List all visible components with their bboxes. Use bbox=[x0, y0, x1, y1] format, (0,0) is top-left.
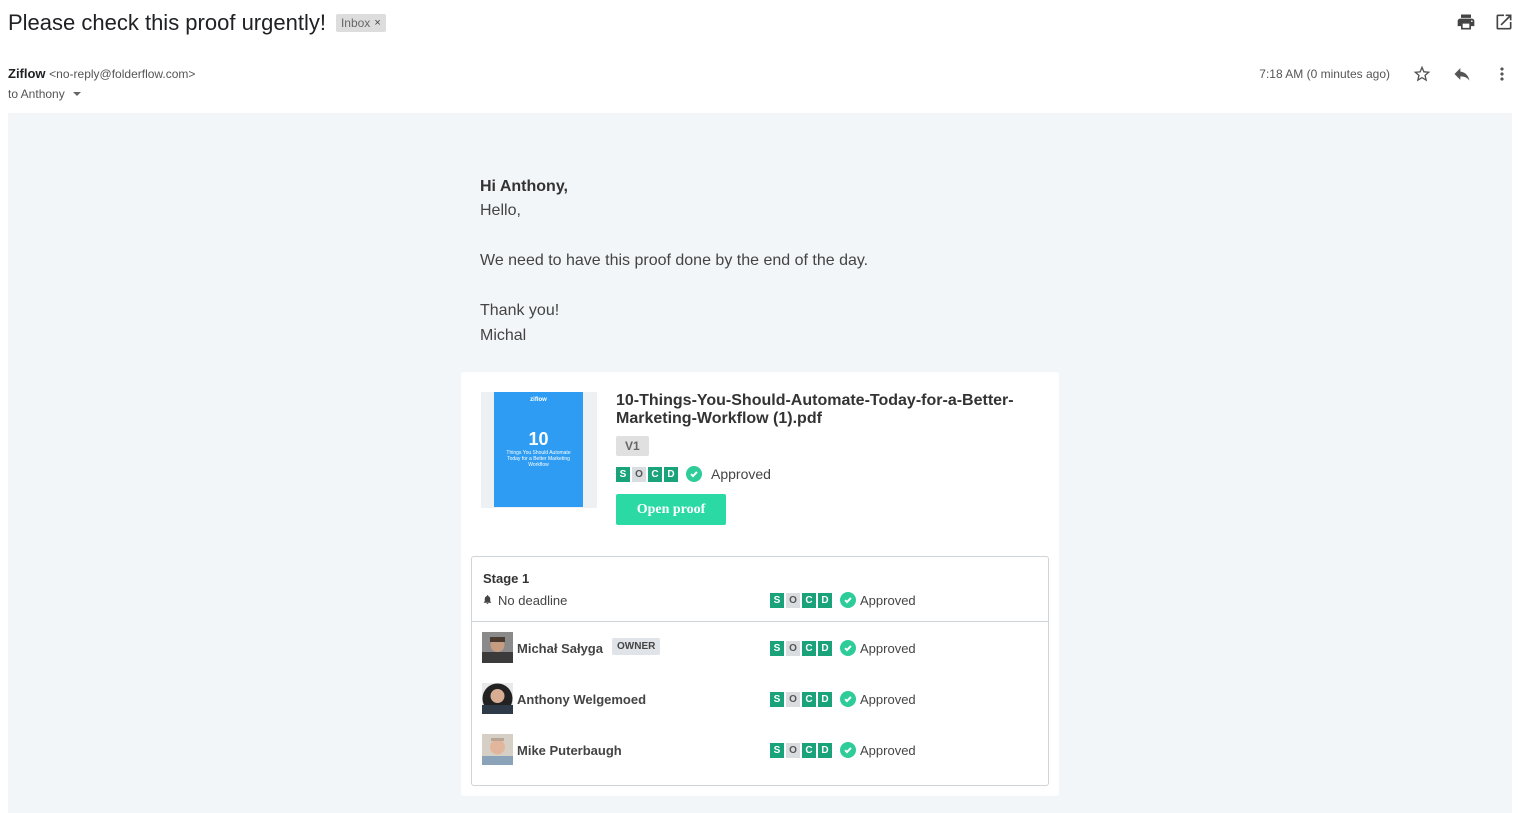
recipient-text: to Anthony bbox=[8, 87, 65, 101]
message-line: Hello, bbox=[480, 202, 521, 219]
open-proof-button[interactable]: Open proof bbox=[616, 494, 726, 525]
status-text: Approved bbox=[860, 592, 916, 608]
status-letter: C bbox=[802, 691, 816, 707]
status-letter: O bbox=[786, 592, 800, 608]
status-letter: S bbox=[616, 466, 630, 482]
chevron-down-icon bbox=[72, 92, 81, 96]
check-circle-icon bbox=[840, 691, 856, 707]
sender-row: Ziflow <no-reply@folderflow.com> bbox=[8, 66, 195, 81]
proof-thumbnail[interactable]: ziflow 10 Things You Should Automate Tod… bbox=[481, 392, 597, 508]
top-actions bbox=[1456, 12, 1514, 32]
status-indicator: S O C D bbox=[770, 592, 832, 608]
thumbnail-number: 10 bbox=[528, 429, 549, 449]
avatar bbox=[482, 734, 513, 765]
email-subject: Please check this proof urgently! bbox=[8, 10, 326, 35]
status-indicator: S O C D bbox=[770, 691, 832, 707]
member-status: S O C D Approved bbox=[770, 742, 916, 758]
status-indicator: S O C D bbox=[770, 742, 832, 758]
status-text: Approved bbox=[711, 466, 771, 482]
status-letter: C bbox=[802, 640, 816, 656]
greeting: Hi Anthony, bbox=[480, 178, 568, 195]
status-letter: D bbox=[818, 592, 832, 608]
status-letter: S bbox=[770, 640, 784, 656]
stage-status: S O C D Approved bbox=[770, 592, 916, 608]
status-letter: O bbox=[632, 466, 646, 482]
avatar bbox=[482, 632, 513, 663]
status-letter: S bbox=[770, 742, 784, 758]
check-circle-icon bbox=[686, 466, 702, 482]
deadline: No deadline bbox=[482, 593, 567, 608]
avatar bbox=[482, 683, 513, 714]
status-letter: D bbox=[664, 466, 678, 482]
status-text: Approved bbox=[860, 742, 916, 758]
thumbnail-subtitle: Things You Should Automate Today for a B… bbox=[506, 450, 571, 468]
message-line: We need to have this proof done by the e… bbox=[480, 252, 869, 269]
message-meta: 7:18 AM (0 minutes ago) bbox=[1259, 64, 1512, 84]
inbox-label-text: Inbox bbox=[340, 16, 371, 30]
recipient-details-toggle[interactable]: to Anthony bbox=[8, 87, 81, 101]
proof-status: S O C D Approved bbox=[616, 466, 771, 482]
status-indicator: S O C D bbox=[616, 466, 678, 482]
status-letter: C bbox=[802, 742, 816, 758]
timestamp: 7:18 AM (0 minutes ago) bbox=[1259, 67, 1390, 81]
open-in-new-window-icon[interactable] bbox=[1494, 12, 1514, 32]
message-line: Thank you! bbox=[480, 302, 560, 319]
message-signature: Michal bbox=[480, 327, 527, 344]
proof-filename[interactable]: 10-Things-You-Should-Automate-Today-for-… bbox=[616, 392, 1036, 428]
stage-header: Stage 1 No deadline S O C D Approved bbox=[472, 557, 1048, 622]
member-name: Michał Sałyga bbox=[517, 641, 603, 656]
member-status: S O C D Approved bbox=[770, 640, 916, 656]
star-icon[interactable] bbox=[1412, 64, 1432, 84]
subject-row: Please check this proof urgently! Inbox … bbox=[8, 8, 386, 38]
reply-icon[interactable] bbox=[1452, 64, 1472, 84]
status-letter: O bbox=[786, 640, 800, 656]
owner-badge: OWNER bbox=[612, 638, 661, 655]
deadline-text: No deadline bbox=[498, 593, 568, 608]
check-circle-icon bbox=[840, 592, 856, 608]
status-letter: S bbox=[770, 592, 784, 608]
status-letter: D bbox=[818, 742, 832, 758]
status-text: Approved bbox=[860, 691, 916, 707]
status-letter: C bbox=[648, 466, 662, 482]
sender-email: <no-reply@folderflow.com> bbox=[49, 67, 196, 81]
status-letter: C bbox=[802, 592, 816, 608]
bell-icon bbox=[482, 593, 493, 608]
status-indicator: S O C D bbox=[770, 640, 832, 656]
thumbnail-logo: ziflow bbox=[530, 397, 547, 403]
stage-panel: Stage 1 No deadline S O C D Approved Mic… bbox=[471, 556, 1049, 786]
inbox-label-chip[interactable]: Inbox × bbox=[335, 14, 386, 32]
member-name: Mike Puterbaugh bbox=[517, 743, 622, 758]
proof-card: ziflow 10 Things You Should Automate Tod… bbox=[461, 372, 1059, 796]
member-row: Mike Puterbaugh S O C D Approved bbox=[482, 734, 1042, 766]
member-row: Michał Sałyga OWNER S O C D Approved bbox=[482, 632, 1042, 664]
status-letter: S bbox=[770, 691, 784, 707]
version-badge: V1 bbox=[616, 436, 649, 456]
check-circle-icon bbox=[840, 742, 856, 758]
status-letter: D bbox=[818, 640, 832, 656]
sender-name: Ziflow bbox=[8, 66, 46, 81]
check-circle-icon bbox=[840, 640, 856, 656]
member-row: Anthony Welgemoed S O C D Approved bbox=[482, 683, 1042, 715]
status-letter: O bbox=[786, 742, 800, 758]
member-status: S O C D Approved bbox=[770, 691, 916, 707]
more-vertical-icon[interactable] bbox=[1492, 64, 1512, 84]
status-letter: O bbox=[786, 691, 800, 707]
status-text: Approved bbox=[860, 640, 916, 656]
stage-title: Stage 1 bbox=[483, 571, 530, 586]
remove-label-icon[interactable]: × bbox=[374, 17, 380, 29]
member-name: Anthony Welgemoed bbox=[517, 692, 647, 707]
thumbnail-cover: ziflow 10 Things You Should Automate Tod… bbox=[494, 392, 583, 507]
print-icon[interactable] bbox=[1456, 12, 1476, 32]
status-letter: D bbox=[818, 691, 832, 707]
